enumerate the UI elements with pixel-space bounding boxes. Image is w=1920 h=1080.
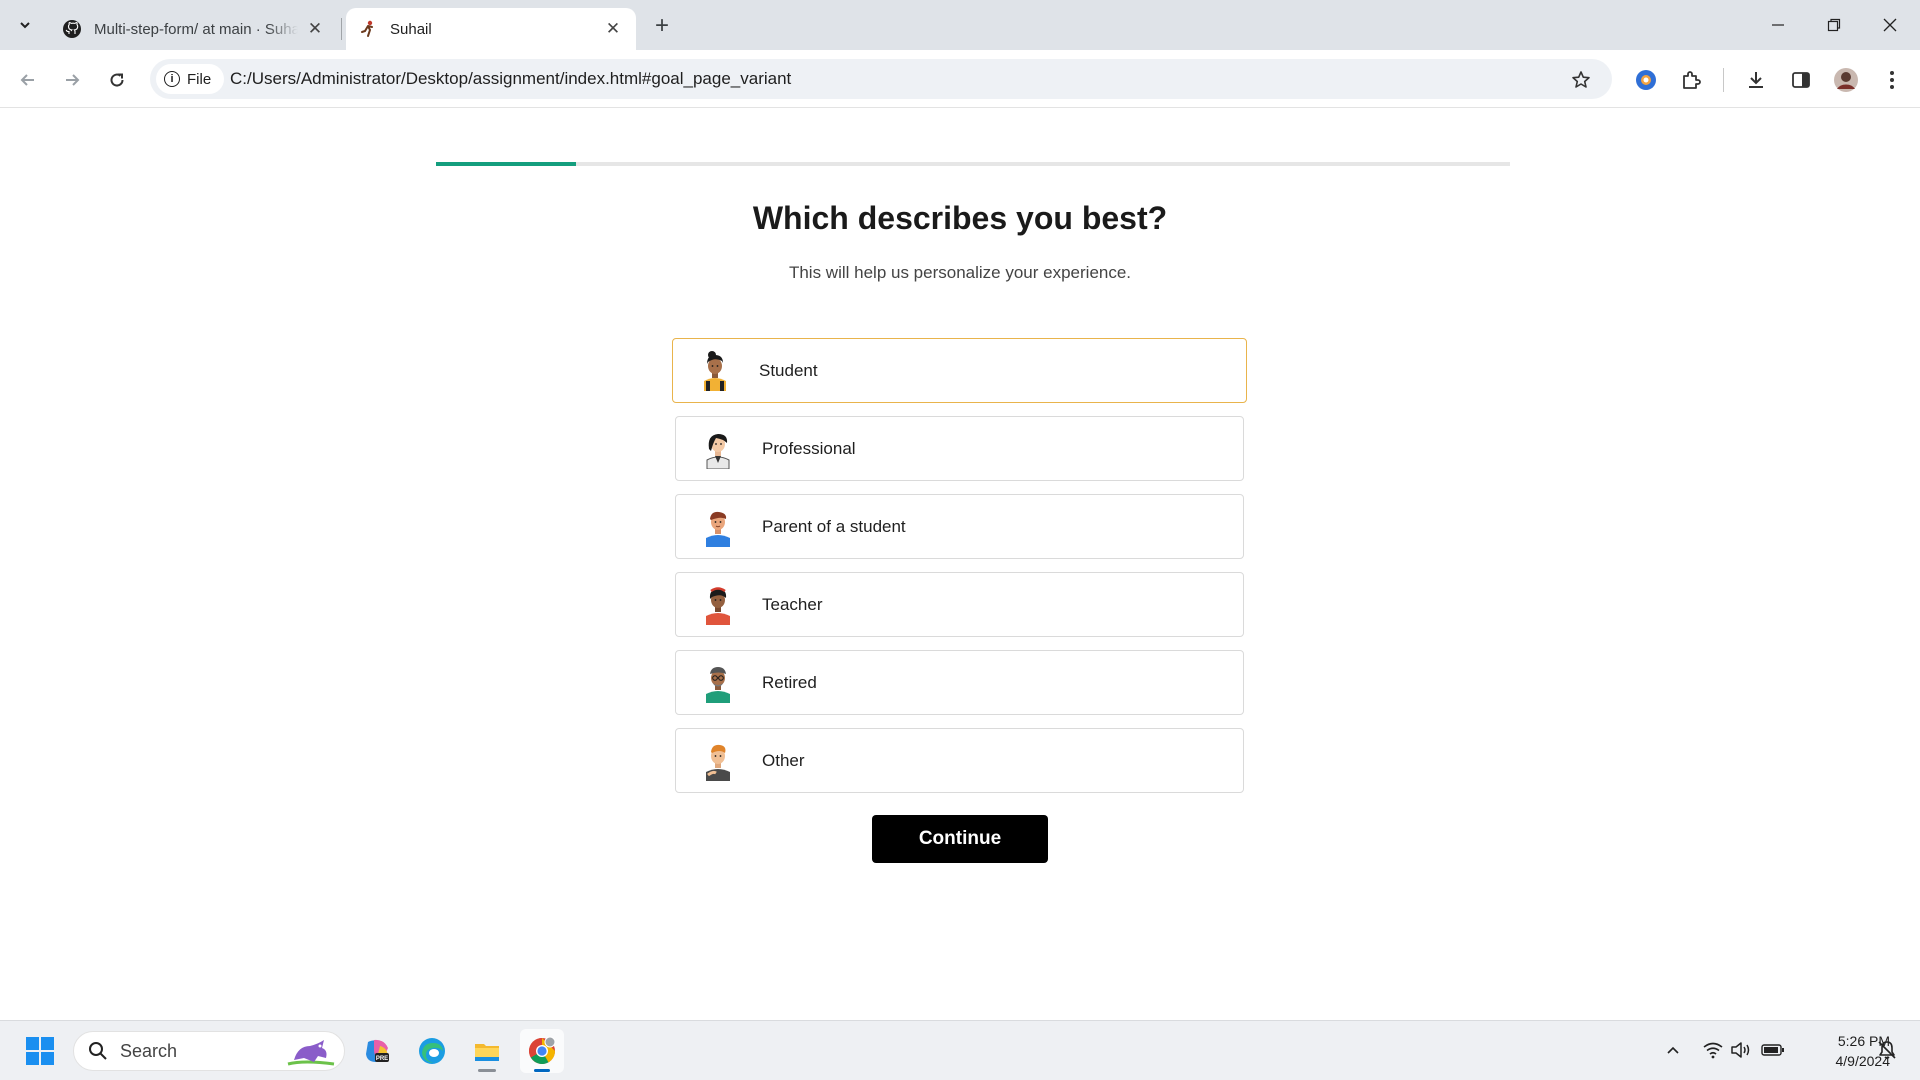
search-placeholder: Search — [120, 1040, 178, 1061]
arrow-left-icon — [20, 74, 34, 86]
site-info-chip[interactable]: i File — [156, 64, 224, 94]
option-teacher[interactable]: Teacher — [675, 572, 1244, 637]
bookmark-star-icon[interactable] — [1568, 67, 1594, 93]
progress-bar-fill — [436, 162, 576, 166]
option-label: Professional — [762, 438, 856, 458]
option-label: Other — [762, 750, 805, 770]
professional-avatar-icon — [698, 428, 738, 470]
progress-bar — [436, 162, 1510, 166]
option-label: Student — [759, 360, 818, 380]
info-icon: i — [164, 71, 180, 87]
restore-button[interactable] — [1806, 0, 1862, 50]
profile-avatar[interactable] — [1831, 65, 1861, 95]
windows-taskbar: Search PRE 5:26 PM 4/9/2024 — [0, 1020, 1920, 1080]
taskbar-file-explorer-app[interactable] — [465, 1029, 509, 1073]
student-avatar-icon — [695, 350, 735, 392]
back-button[interactable] — [11, 63, 45, 97]
option-label: Retired — [762, 672, 817, 692]
close-window-button[interactable] — [1862, 0, 1918, 50]
tab-strip: Multi-step-form/ at main · Suhail ✕ Suha… — [0, 0, 1920, 50]
minimize-button[interactable] — [1750, 0, 1806, 50]
forward-button[interactable] — [55, 63, 89, 97]
menu-kebab-icon[interactable] — [1877, 65, 1907, 95]
running-indicator — [478, 1069, 496, 1072]
github-icon — [62, 19, 82, 39]
parent-avatar-icon — [698, 506, 738, 548]
page-title: Which describes you best? — [752, 200, 1168, 236]
runner-favicon — [358, 19, 378, 39]
tab-divider — [341, 18, 342, 40]
option-label: Parent of a student — [762, 516, 906, 536]
option-student[interactable]: Student — [672, 338, 1247, 403]
search-highlight-icon — [287, 1040, 335, 1066]
taskbar-edge-app[interactable] — [410, 1029, 454, 1073]
tab-suhail[interactable]: Suhail ✕ — [346, 8, 636, 50]
wifi-icon[interactable] — [1700, 1037, 1726, 1063]
start-button[interactable] — [18, 1029, 62, 1073]
extensions-puzzle-icon[interactable] — [1676, 65, 1706, 95]
tab-title: Suhail — [390, 20, 432, 38]
reload-icon — [110, 73, 124, 87]
tab-github[interactable]: Multi-step-form/ at main · Suhail ✕ — [52, 8, 338, 50]
taskbar-chrome-app[interactable] — [520, 1029, 564, 1073]
extension-globe-icon[interactable] — [1631, 65, 1661, 95]
chrome-icon — [529, 1036, 556, 1065]
new-tab-button[interactable]: + — [648, 12, 676, 40]
side-panel-icon[interactable] — [1786, 65, 1816, 95]
folder-icon — [475, 1044, 499, 1061]
tab-close-icon[interactable]: ✕ — [304, 18, 326, 40]
restore-icon — [1827, 18, 1841, 32]
taskbar-copilot-app[interactable]: PRE — [355, 1029, 399, 1073]
edge-icon — [419, 1038, 445, 1064]
running-indicator — [534, 1069, 550, 1072]
other-avatar-icon — [698, 740, 738, 782]
search-icon — [89, 1042, 107, 1060]
tab-title: Multi-step-form/ at main · Suhail — [94, 20, 298, 38]
windows-logo-icon — [26, 1037, 54, 1065]
option-professional[interactable]: Professional — [675, 416, 1244, 481]
download-icon[interactable] — [1741, 65, 1771, 95]
retired-avatar-icon — [698, 662, 738, 704]
url-text[interactable]: C:/Users/Administrator/Desktop/assignmen… — [230, 69, 791, 89]
volume-icon[interactable] — [1728, 1037, 1754, 1063]
minimize-icon — [1772, 24, 1784, 26]
copilot-icon: PRE — [366, 1039, 389, 1062]
tab-close-icon[interactable]: ✕ — [602, 18, 624, 40]
reload-button[interactable] — [100, 63, 134, 97]
taskbar-search[interactable]: Search — [73, 1031, 345, 1071]
page-subtitle: This will help us personalize your exper… — [788, 263, 1132, 282]
tray-overflow-chevron-icon[interactable] — [1660, 1037, 1686, 1063]
toolbar-separator — [1723, 68, 1724, 92]
browser-toolbar: i File C:/Users/Administrator/Desktop/as… — [0, 50, 1920, 108]
option-label: Teacher — [762, 594, 823, 614]
teacher-avatar-icon — [698, 584, 738, 626]
continue-button[interactable]: Continue — [872, 815, 1048, 863]
arrow-right-icon — [66, 74, 80, 86]
option-other[interactable]: Other — [675, 728, 1244, 793]
site-info-label: File — [187, 70, 212, 88]
svg-text:PRE: PRE — [376, 1056, 388, 1062]
address-bar[interactable]: i File C:/Users/Administrator/Desktop/as… — [150, 59, 1612, 99]
notifications-bell-icon[interactable] — [1874, 1037, 1900, 1063]
chevron-down-icon — [20, 22, 30, 29]
battery-icon[interactable] — [1760, 1037, 1786, 1063]
tab-search-button[interactable] — [8, 9, 42, 41]
close-icon — [1883, 18, 1897, 32]
option-retired[interactable]: Retired — [675, 650, 1244, 715]
option-parent[interactable]: Parent of a student — [675, 494, 1244, 559]
